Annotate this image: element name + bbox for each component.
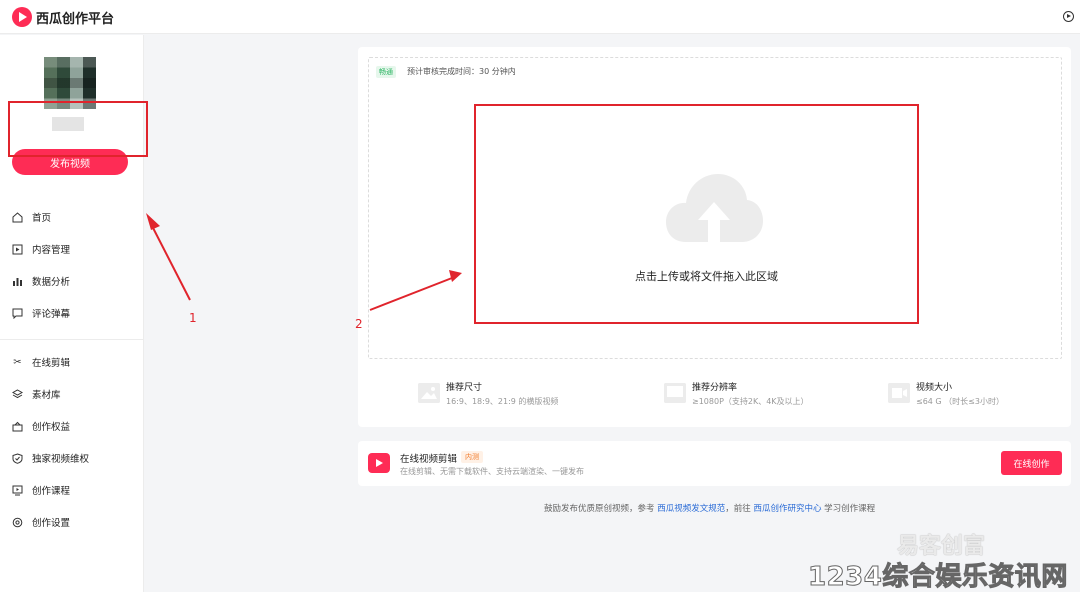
watermark-banner: 1234综合娱乐资讯网 (808, 562, 1068, 592)
sidebar-item-courses[interactable]: 创作课程 (12, 480, 138, 500)
research-center-link[interactable]: 西瓜创作研究中心 (753, 504, 821, 514)
sidebar-item-label: 评论弹幕 (32, 309, 71, 320)
sidebar-item-benefits[interactable]: 创作权益 (12, 416, 138, 436)
spec-title: 推荐分辨率 (692, 383, 738, 393)
upload-prompt-text: 点击上传或将文件拖入此区域 (635, 270, 778, 283)
sidebar-item-label: 首页 (32, 213, 52, 224)
sidebar-item-label: 素材库 (32, 390, 61, 401)
sidebar-item-library[interactable]: 素材库 (12, 384, 138, 404)
editor-title: 在线视频剪辑 (400, 454, 458, 465)
status-badge: 畅通 (376, 66, 396, 78)
sidebar-item-label: 创作权益 (32, 422, 71, 433)
footer-prefix: 鼓励发布优质原创视频，参考 (544, 504, 655, 514)
top-bar: 西瓜创作平台 (0, 0, 1080, 34)
sidebar-item-label: 在线剪辑 (32, 358, 71, 369)
beta-badge: 内测 (461, 451, 483, 463)
sidebar-item-home[interactable]: 首页 (12, 207, 138, 227)
play-circle-icon[interactable] (1063, 11, 1074, 22)
spec-title: 推荐尺寸 (446, 383, 483, 393)
annotation-number-2: 2 (355, 317, 363, 331)
sidebar-item-label: 创作课程 (32, 486, 71, 497)
annotation-highlight-upload (474, 104, 919, 324)
sidebar-divider (0, 339, 143, 340)
sidebar-item-label: 创作设置 (32, 518, 71, 529)
footer-middle: ，前往 (725, 504, 751, 514)
shield-icon (12, 452, 23, 464)
video-file-icon (12, 244, 23, 255)
sidebar-item-label: 内容管理 (32, 245, 71, 256)
sidebar-item-content[interactable]: 内容管理 (12, 239, 138, 259)
spec-sub: ≥1080P（支持2K、4K及以上） (692, 397, 809, 406)
online-editor-card (358, 441, 1071, 486)
footer-note: 鼓励发布优质原创视频，参考 西瓜视频发文规范，前往 西瓜创作研究中心 学习创作课… (544, 502, 875, 514)
arrow-1-head (146, 213, 160, 230)
annotation-highlight-publish (8, 101, 148, 157)
course-icon (12, 485, 23, 496)
layers-icon (12, 388, 23, 400)
spec-sub: ≤64 G （时长≤3小时） (916, 397, 1004, 406)
spec-title: 视频大小 (916, 383, 953, 393)
footer-suffix: 学习创作课程 (824, 504, 876, 514)
annotation-number-1: 1 (189, 311, 197, 325)
sidebar-item-comments[interactable]: 评论弹幕 (12, 303, 138, 323)
logo-icon (12, 7, 32, 27)
image-icon (418, 383, 440, 403)
sidebar-item-online-edit[interactable]: ✂ 在线剪辑 (12, 352, 138, 372)
bar-chart-icon (12, 276, 23, 287)
app-name: 西瓜创作平台 (36, 11, 115, 27)
video-edit-icon (368, 453, 390, 473)
upload-prompt[interactable]: 点击上传或将文件拖入此区域 (474, 268, 1080, 284)
gift-icon (12, 421, 23, 432)
settings-icon (12, 517, 23, 528)
spec-sub: 16:9、18:9、21:9 的横版视频 (446, 397, 559, 406)
sidebar-item-settings[interactable]: 创作设置 (12, 512, 138, 532)
monitor-icon (664, 383, 686, 403)
guidelines-link[interactable]: 西瓜视频发文规范 (657, 504, 725, 514)
comment-icon (12, 308, 23, 319)
editor-description: 在线剪辑、无需下载软件、支持云端渲染、一键发布 (400, 467, 584, 476)
video-size-icon (888, 383, 910, 403)
sidebar-item-rights[interactable]: 独家视频维权 (12, 448, 138, 468)
app-logo[interactable]: 西瓜创作平台 (12, 7, 114, 27)
sidebar-item-label: 数据分析 (32, 277, 71, 288)
scissors-icon: ✂ (13, 356, 22, 368)
sidebar-item-label: 独家视频维权 (32, 454, 90, 465)
arrow-1-line (149, 221, 191, 301)
sidebar-item-analytics[interactable]: 数据分析 (12, 271, 138, 291)
home-icon (12, 211, 23, 223)
review-time-text: 预计审核完成时间：30 分钟内 (407, 67, 516, 76)
online-create-button[interactable]: 在线创作 (1001, 451, 1062, 475)
